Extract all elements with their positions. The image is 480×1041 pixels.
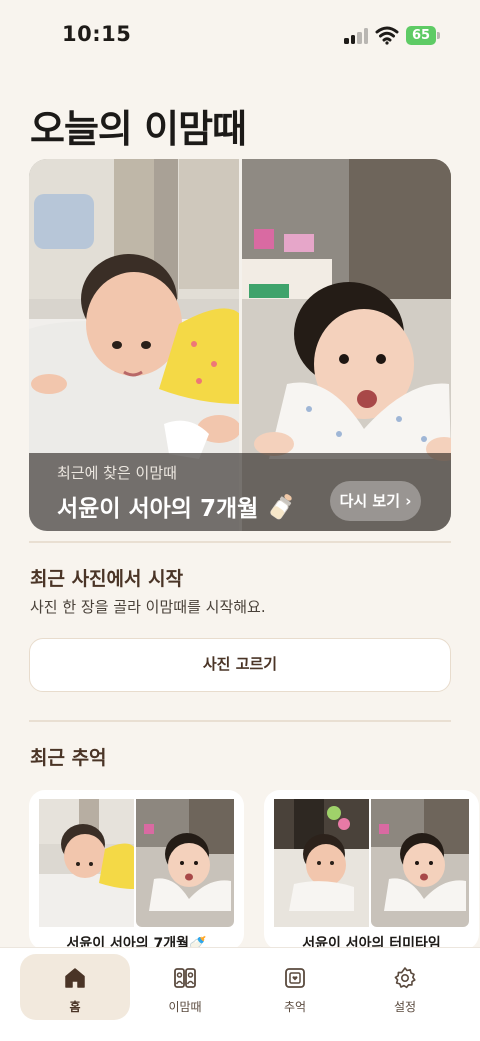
tab-memories[interactable]: 추억 bbox=[240, 954, 350, 1020]
memory-thumbnail bbox=[274, 799, 469, 927]
memory-thumbnail bbox=[39, 799, 234, 927]
tab-label: 설정 bbox=[393, 1000, 417, 1014]
replay-button[interactable]: 다시 보기 › bbox=[330, 481, 421, 521]
tab-bar: 홈 이맘때 추억 설정 bbox=[0, 947, 480, 1041]
hero-title-text: 서윤이 서아의 7개월 bbox=[57, 496, 259, 522]
home-icon bbox=[65, 968, 85, 988]
status-time: 10:15 bbox=[62, 22, 132, 46]
compare-icon bbox=[174, 968, 196, 988]
tab-label: 추억 bbox=[283, 1000, 307, 1014]
gear-icon bbox=[394, 967, 416, 989]
memories-section-title: 최근 추억 bbox=[30, 747, 107, 769]
hero-subtitle: 최근에 찾은 이맘때 bbox=[57, 464, 177, 482]
album-icon bbox=[285, 968, 305, 988]
tab-label: 이맘때 bbox=[168, 1000, 202, 1014]
hero-title: 서윤이 서아의 7개월 bbox=[57, 489, 296, 523]
status-bar: 10:15 65 bbox=[0, 0, 480, 70]
pick-photo-button[interactable]: 사진 고르기 bbox=[29, 638, 451, 692]
divider bbox=[29, 541, 451, 543]
tab-settings[interactable]: 설정 bbox=[350, 954, 460, 1020]
start-section-title: 최근 사진에서 시작 bbox=[30, 568, 184, 590]
start-section-description: 사진 한 장을 골라 이맘때를 시작해요. bbox=[30, 598, 266, 616]
wifi-icon bbox=[375, 26, 399, 45]
cellular-signal-icon bbox=[344, 28, 368, 44]
tab-label: 홈 bbox=[69, 1000, 81, 1014]
battery-indicator: 65 bbox=[406, 26, 440, 45]
memory-card[interactable]: 서윤이 서아의 터미타임 bbox=[264, 790, 479, 950]
divider bbox=[29, 720, 451, 722]
page-title: 오늘의 이맘때 bbox=[30, 107, 247, 151]
tab-imamttae[interactable]: 이맘때 bbox=[130, 954, 240, 1020]
battery-level: 65 bbox=[411, 28, 431, 43]
hero-memory-card[interactable]: 최근에 찾은 이맘때 서윤이 서아의 7개월 다시 보기 › bbox=[29, 159, 451, 531]
baby-bottle-icon bbox=[270, 494, 293, 520]
tab-home[interactable]: 홈 bbox=[20, 954, 130, 1020]
memory-card[interactable]: 서윤이 서아의 7개월🍼 bbox=[29, 790, 244, 950]
